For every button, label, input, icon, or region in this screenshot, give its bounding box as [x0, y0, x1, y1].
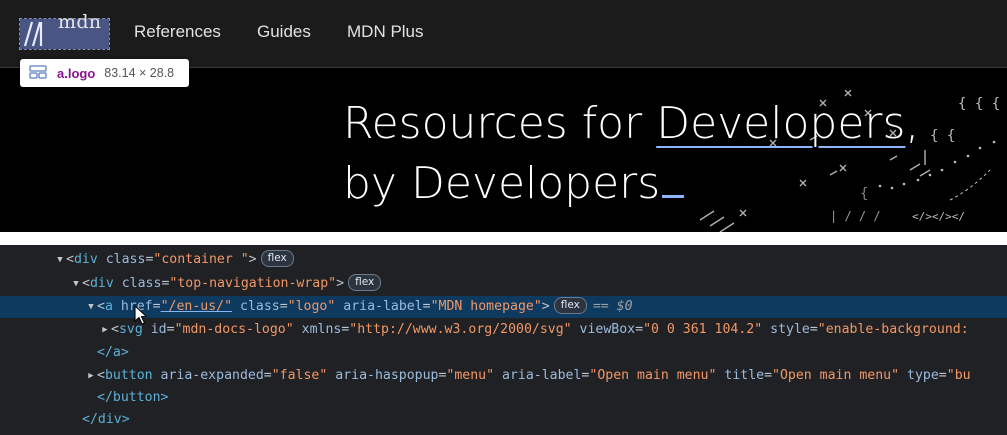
expand-triangle-icon[interactable]: ▶ [85, 365, 97, 387]
collapse-triangle-icon[interactable]: ▼ [85, 296, 97, 318]
hero-developers-link[interactable]: Developers [656, 98, 905, 149]
dom-closing-tag-a[interactable]: </a> [0, 342, 1007, 364]
elements-panel: ▼ <div class="container "> flex ▼ <div clas… [0, 245, 1007, 435]
href-link[interactable]: "/en-us/" [161, 299, 232, 314]
dom-node-svg-logo[interactable]: ▶ <svg id="mdn-docs-logo" xmlns="http://w… [0, 319, 1007, 341]
svg-text:{ {: { { [930, 128, 955, 144]
mouse-pointer-icon [134, 305, 148, 330]
svg-text:{ { {: { { { [958, 96, 1000, 112]
tooltip-selector: a.logo [57, 65, 96, 81]
collapse-triangle-icon[interactable]: ▼ [54, 249, 66, 271]
flex-badge[interactable]: flex [260, 249, 294, 267]
expand-triangle-icon[interactable]: ▶ [99, 319, 111, 341]
nav-references-link[interactable]: References [134, 22, 221, 42]
dom-node-menu-button[interactable]: ▶ <button aria-expanded="false" aria-hasp… [0, 365, 1007, 387]
tooltip-dimensions: 83.14 × 28.8 [104, 66, 175, 80]
nav-mdn-plus-link[interactable]: MDN Plus [347, 22, 424, 42]
nav-guides-link[interactable]: Guides [257, 22, 311, 42]
svg-text:</></></: </></></ [912, 210, 965, 223]
flex-badge[interactable]: flex [553, 296, 587, 314]
dom-node-container[interactable]: ▼ <div class="container "> flex [0, 249, 1007, 271]
dom-node-top-navigation-wrap[interactable]: ▼ <div class="top-navigation-wrap"> flex [0, 273, 1007, 295]
dom-closing-tag-div[interactable]: </div> [0, 409, 1007, 431]
inspect-element-tooltip: a.logo 83.14 × 28.8 [20, 59, 189, 87]
flex-badge[interactable]: flex [348, 273, 382, 291]
selected-node-marker: == $0 [592, 299, 633, 314]
mdn-logo-icon [23, 21, 51, 47]
page-viewport: mdn References Guides MDN Plus { { { { {… [0, 0, 1007, 232]
dom-closing-tag-button[interactable]: </button> [0, 387, 1007, 409]
logo-wordmark: mdn [58, 11, 109, 63]
collapse-triangle-icon[interactable]: ▼ [70, 273, 82, 295]
mdn-logo-link[interactable]: mdn [19, 11, 110, 63]
top-navigation: mdn References Guides MDN Plus [0, 0, 1007, 68]
hero-cursor [662, 195, 685, 198]
layout-grid-icon [29, 64, 47, 82]
hero-heading: Resources for Developers, by Developers [343, 98, 920, 209]
dom-node-logo-link-selected[interactable]: ▼ <a href="/en-us/" class="logo" aria-lab… [0, 296, 1007, 318]
